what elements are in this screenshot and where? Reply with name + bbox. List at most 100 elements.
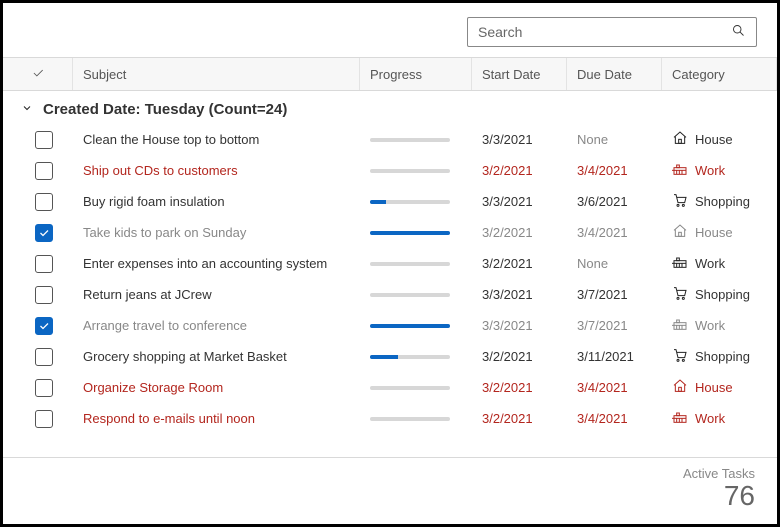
task-subject: Grocery shopping at Market Basket [83, 349, 287, 364]
column-header-label: Due Date [577, 67, 632, 82]
task-row[interactable]: Organize Storage Room 3/2/2021 3/4/2021 Hou… [3, 372, 777, 403]
progress-bar [370, 138, 450, 142]
progress-bar [370, 355, 450, 359]
task-start-date: 3/2/2021 [482, 411, 533, 426]
task-row[interactable]: Arrange travel to conference 3/3/2021 3/7/… [3, 310, 777, 341]
progress-bar [370, 262, 450, 266]
task-due-date: 3/4/2021 [577, 163, 628, 178]
progress-bar [370, 169, 450, 173]
progress-bar [370, 386, 450, 390]
task-checkbox[interactable] [35, 193, 53, 211]
task-start-date: 3/2/2021 [482, 349, 533, 364]
task-category: Work [695, 163, 725, 178]
status-footer: Active Tasks 76 [3, 457, 777, 524]
work-icon [672, 254, 688, 273]
task-row[interactable]: Clean the House top to bottom3/3/2021Non… [3, 124, 777, 155]
task-row[interactable]: Return jeans at JCrew 3/3/2021 3/7/2021 Sho… [3, 279, 777, 310]
task-start-date: 3/2/2021 [482, 380, 533, 395]
task-row[interactable]: Enter expenses into an accounting system… [3, 248, 777, 279]
task-list: Clean the House top to bottom 3/3/2021 Non… [3, 124, 777, 434]
task-due-date: None [577, 256, 608, 271]
column-header-label: Subject [83, 67, 126, 82]
task-due-date: 3/4/2021 [577, 411, 628, 426]
task-start-date: 3/3/2021 [482, 287, 533, 302]
task-checkbox[interactable] [35, 224, 53, 242]
task-checkbox[interactable] [35, 255, 53, 273]
task-subject: Arrange travel to conference [83, 318, 247, 333]
task-category: Work [695, 318, 725, 333]
task-row[interactable]: Grocery shopping at Market Basket 3/2/202… [3, 341, 777, 372]
task-checkbox[interactable] [35, 379, 53, 397]
task-due-date: 3/7/2021 [577, 287, 628, 302]
group-label: Created Date: Tuesday (Count=24) [43, 101, 287, 118]
task-due-date: 3/6/2021 [577, 194, 628, 209]
task-subject: Enter expenses into an accounting system [83, 256, 327, 271]
house-icon [672, 378, 688, 397]
task-checkbox[interactable] [35, 317, 53, 335]
check-icon [31, 66, 45, 83]
column-header-label: Start Date [482, 67, 541, 82]
footer-count: 76 [25, 481, 755, 512]
search-icon [731, 23, 746, 41]
task-category: Shopping [695, 349, 750, 364]
task-row[interactable]: Buy rigid foam insulation 3/3/2021 3/6/202… [3, 186, 777, 217]
task-row[interactable]: Take kids to park on Sunday 3/2/2021 3/4/2… [3, 217, 777, 248]
task-category: Shopping [695, 194, 750, 209]
progress-bar [370, 324, 450, 328]
column-header-complete[interactable] [3, 58, 73, 90]
task-category: Work [695, 411, 725, 426]
group-header[interactable]: Created Date: Tuesday (Count=24) [3, 91, 777, 124]
column-header-duedate[interactable]: Due Date [567, 58, 662, 90]
task-subject: Buy rigid foam insulation [83, 194, 225, 209]
task-start-date: 3/3/2021 [482, 132, 533, 147]
task-category: Shopping [695, 287, 750, 302]
task-row[interactable]: Ship out CDs to customers 3/2/2021 3/4/202… [3, 155, 777, 186]
progress-bar [370, 293, 450, 297]
task-subject: Ship out CDs to customers [83, 163, 238, 178]
column-header-category[interactable]: Category [662, 58, 777, 90]
work-icon [672, 409, 688, 428]
task-category: House [695, 225, 733, 240]
task-subject: Return jeans at JCrew [83, 287, 212, 302]
progress-bar [370, 200, 450, 204]
task-checkbox[interactable] [35, 162, 53, 180]
column-header-label: Category [672, 67, 725, 82]
task-checkbox[interactable] [35, 348, 53, 366]
column-header-subject[interactable]: Subject [73, 58, 360, 90]
column-header-progress[interactable]: Progress [360, 58, 472, 90]
task-start-date: 3/2/2021 [482, 256, 533, 271]
task-subject: Respond to e-mails until noon [83, 411, 255, 426]
task-checkbox[interactable] [35, 410, 53, 428]
task-due-date: 3/7/2021 [577, 318, 628, 333]
task-category: Work [695, 256, 725, 271]
search-box[interactable] [467, 17, 757, 47]
task-due-date: 3/4/2021 [577, 380, 628, 395]
task-start-date: 3/3/2021 [482, 194, 533, 209]
column-header-label: Progress [370, 67, 422, 82]
column-header-startdate[interactable]: Start Date [472, 58, 567, 90]
task-checkbox[interactable] [35, 286, 53, 304]
shopping-icon [672, 347, 688, 366]
progress-bar [370, 231, 450, 235]
task-category: House [695, 380, 733, 395]
shopping-icon [672, 192, 688, 211]
task-row[interactable]: Respond to e-mails until noon 3/2/2021 3/4… [3, 403, 777, 434]
task-start-date: 3/2/2021 [482, 163, 533, 178]
task-due-date: 3/4/2021 [577, 225, 628, 240]
search-input[interactable] [478, 24, 731, 40]
task-checkbox[interactable] [35, 131, 53, 149]
progress-bar [370, 417, 450, 421]
task-start-date: 3/3/2021 [482, 318, 533, 333]
task-category: House [695, 132, 733, 147]
task-subject: Clean the House top to bottom [83, 132, 259, 147]
work-icon [672, 316, 688, 335]
task-due-date: 3/11/2021 [577, 349, 634, 364]
column-headers: Subject Progress Start Date Due Date Cat… [3, 57, 777, 91]
task-subject: Take kids to park on Sunday [83, 225, 246, 240]
house-icon [672, 130, 688, 149]
task-subject: Organize Storage Room [83, 380, 223, 395]
work-icon [672, 161, 688, 180]
task-start-date: 3/2/2021 [482, 225, 533, 240]
shopping-icon [672, 285, 688, 304]
house-icon [672, 223, 688, 242]
